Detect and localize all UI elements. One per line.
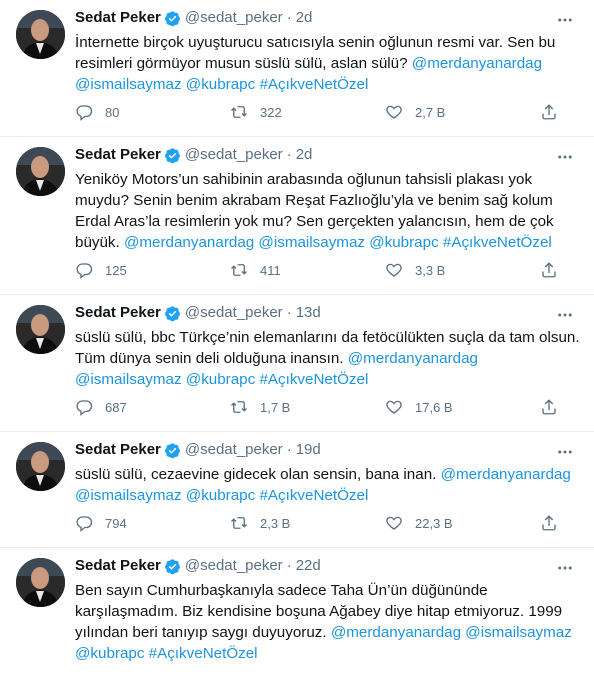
avatar[interactable]	[16, 10, 65, 59]
like-count: 17,6 B	[415, 399, 453, 415]
reply-count: 794	[105, 515, 127, 531]
like-count: 3,3 B	[415, 262, 446, 278]
retweet-button[interactable]: 411	[230, 261, 385, 279]
share-button[interactable]	[540, 103, 570, 121]
like-icon	[386, 516, 402, 530]
like-count: 22,3 B	[415, 515, 453, 531]
timestamp[interactable]: 22d	[296, 556, 321, 576]
separator-dot: ·	[286, 9, 292, 26]
more-options-icon[interactable]	[556, 443, 574, 461]
retweet-icon	[231, 517, 247, 529]
reply-count: 687	[105, 399, 127, 415]
tweet[interactable]: Sedat Peker @sedat_peker · 2d Yeniköy Mo…	[0, 137, 594, 295]
tweet-text: süslü sülü, bbc Türkçe’nin elemanlarını …	[75, 327, 582, 390]
avatar[interactable]	[16, 442, 65, 491]
separator-dot: ·	[286, 441, 292, 458]
reply-icon	[76, 105, 93, 121]
more-options-icon[interactable]	[556, 11, 574, 29]
retweet-icon	[231, 401, 247, 413]
reply-button[interactable]: 125	[75, 261, 230, 279]
timestamp[interactable]: 13d	[296, 303, 321, 323]
author-name[interactable]: Sedat Peker	[75, 556, 161, 576]
verified-badge-icon	[164, 10, 180, 26]
author-name[interactable]: Sedat Peker	[75, 303, 161, 323]
tweet[interactable]: Sedat Peker @sedat_peker · 22d Ben sayın…	[0, 548, 594, 677]
verified-badge-icon	[164, 442, 180, 458]
tweet-actions: 125 411 3,3 B	[75, 261, 570, 279]
timestamp[interactable]: 19d	[296, 440, 321, 460]
verified-badge-icon	[164, 147, 180, 163]
like-icon	[386, 105, 402, 119]
reply-icon	[76, 263, 93, 279]
share-icon	[542, 262, 556, 278]
author-name[interactable]: Sedat Peker	[75, 8, 161, 28]
retweet-icon	[231, 264, 247, 276]
separator-dot: ·	[286, 146, 292, 163]
separator-dot: ·	[286, 557, 292, 574]
more-options-icon[interactable]	[556, 559, 574, 577]
more-options-icon[interactable]	[556, 148, 574, 166]
tweet-tags[interactable]: @merdanyanardag @ismailsaymaz @kubrapc #…	[124, 234, 552, 251]
like-icon	[386, 263, 402, 277]
like-icon	[386, 400, 402, 414]
retweet-count: 322	[260, 104, 282, 120]
tweet-actions: 80 322 2,7 B	[75, 103, 570, 121]
tweet-actions: 687 1,7 B 17,6 B	[75, 398, 570, 416]
like-button[interactable]: 2,7 B	[385, 103, 540, 121]
share-button[interactable]	[540, 398, 570, 416]
retweet-count: 2,3 B	[260, 515, 291, 531]
reply-icon	[76, 516, 93, 532]
author-handle[interactable]: @sedat_peker	[185, 145, 283, 165]
tweet[interactable]: Sedat Peker @sedat_peker · 2d İnternette…	[0, 0, 594, 137]
tweet-text: Ben sayın Cumhurbaşkanıyla sadece Taha Ü…	[75, 580, 582, 664]
avatar[interactable]	[16, 558, 65, 607]
retweet-button[interactable]: 1,7 B	[230, 398, 385, 416]
reply-button[interactable]: 80	[75, 103, 230, 121]
like-button[interactable]: 22,3 B	[385, 514, 540, 532]
retweet-count: 411	[260, 262, 281, 278]
reply-button[interactable]: 687	[75, 398, 230, 416]
reply-count: 125	[105, 262, 127, 278]
verified-badge-icon	[164, 305, 180, 321]
timestamp[interactable]: 2d	[296, 8, 313, 28]
author-name[interactable]: Sedat Peker	[75, 145, 161, 165]
timestamp[interactable]: 2d	[296, 145, 313, 165]
author-handle[interactable]: @sedat_peker	[185, 8, 283, 28]
tweet-timeline: Sedat Peker @sedat_peker · 2d İnternette…	[0, 0, 594, 677]
reply-icon	[76, 400, 93, 416]
tweet-body: süslü sülü, bbc Türkçe’nin elemanlarını …	[75, 329, 580, 367]
like-count: 2,7 B	[415, 104, 446, 120]
author-handle[interactable]: @sedat_peker	[185, 556, 283, 576]
tweet[interactable]: Sedat Peker @sedat_peker · 19d süslü sül…	[0, 432, 594, 548]
retweet-button[interactable]: 2,3 B	[230, 514, 385, 532]
tweet[interactable]: Sedat Peker @sedat_peker · 13d süslü sül…	[0, 295, 594, 432]
tweet-body: süslü sülü, cezaevine gidecek olan sensi…	[75, 466, 441, 483]
like-button[interactable]: 3,3 B	[385, 261, 540, 279]
reply-button[interactable]: 794	[75, 514, 230, 532]
tweet-actions: 794 2,3 B 22,3 B	[75, 514, 570, 532]
avatar[interactable]	[16, 305, 65, 354]
share-button[interactable]	[540, 261, 570, 279]
more-options-icon[interactable]	[556, 306, 574, 324]
avatar[interactable]	[16, 147, 65, 196]
author-name[interactable]: Sedat Peker	[75, 440, 161, 460]
share-icon	[542, 104, 556, 120]
retweet-count: 1,7 B	[260, 399, 291, 415]
tweet-text: İnternette birçok uyuşturucu satıcısıyla…	[75, 32, 582, 95]
separator-dot: ·	[286, 304, 292, 321]
share-icon	[542, 515, 556, 531]
tweet-text: Yeniköy Motors’un sahibinin arabasında o…	[75, 169, 582, 253]
tweet-text: süslü sülü, cezaevine gidecek olan sensi…	[75, 464, 582, 506]
author-handle[interactable]: @sedat_peker	[185, 440, 283, 460]
retweet-icon	[231, 106, 247, 118]
author-handle[interactable]: @sedat_peker	[185, 303, 283, 323]
verified-badge-icon	[164, 558, 180, 574]
share-button[interactable]	[540, 514, 570, 532]
reply-count: 80	[105, 104, 120, 120]
retweet-button[interactable]: 322	[230, 103, 385, 121]
like-button[interactable]: 17,6 B	[385, 398, 540, 416]
share-icon	[542, 399, 556, 415]
